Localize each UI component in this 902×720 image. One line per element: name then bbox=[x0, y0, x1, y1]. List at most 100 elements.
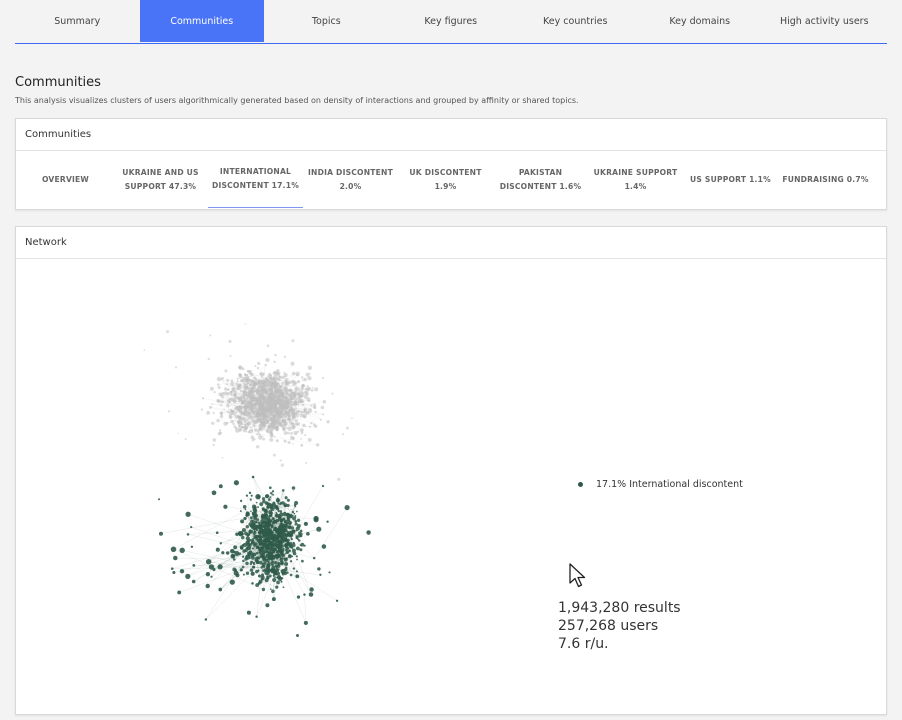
network-node bbox=[287, 426, 292, 431]
subtab-international-discontent[interactable]: INTERNATIONAL DISCONTENT 17.1% bbox=[208, 151, 303, 208]
network-node bbox=[191, 579, 196, 584]
network-node bbox=[263, 424, 266, 427]
subtab-fundraising[interactable]: FUNDRAISING 0.7% bbox=[778, 151, 873, 208]
subtab-ukraine-support[interactable]: UKRAINE SUPPORT 1.4% bbox=[588, 151, 683, 208]
tab-summary[interactable]: Summary bbox=[15, 0, 140, 42]
network-node bbox=[274, 576, 276, 579]
network-node bbox=[271, 490, 275, 493]
subtab-india-discontent[interactable]: INDIA DISCONTENT 2.0% bbox=[303, 151, 398, 208]
network-node bbox=[242, 549, 246, 553]
network-node bbox=[274, 421, 279, 425]
network-edge bbox=[304, 594, 307, 623]
network-edges bbox=[160, 363, 348, 623]
network-node bbox=[309, 587, 314, 592]
tab-key-domains[interactable]: Key domains bbox=[638, 0, 763, 42]
network-node bbox=[274, 384, 278, 388]
network-node bbox=[212, 568, 216, 572]
network-node bbox=[275, 528, 282, 534]
tab-high-activity-users[interactable]: High activity users bbox=[762, 0, 887, 42]
network-node bbox=[236, 420, 240, 424]
network-node bbox=[243, 417, 246, 421]
network-node bbox=[287, 440, 291, 445]
network-node bbox=[256, 445, 260, 449]
network-node bbox=[345, 426, 349, 430]
network-node bbox=[219, 542, 223, 545]
network-node bbox=[179, 569, 185, 574]
network-node bbox=[303, 593, 306, 596]
network-node bbox=[290, 526, 295, 530]
network-node bbox=[240, 519, 245, 524]
network-node bbox=[257, 574, 262, 578]
network-node bbox=[279, 375, 282, 379]
network-node bbox=[255, 615, 258, 618]
network-node bbox=[267, 561, 270, 564]
network-node bbox=[262, 385, 265, 388]
network-node bbox=[282, 586, 285, 589]
network-node bbox=[260, 573, 265, 577]
subtab-pakistan-discontent[interactable]: PAKISTAN DISCONTENT 1.6% bbox=[493, 151, 588, 208]
network-node bbox=[257, 403, 260, 406]
network-node bbox=[213, 390, 216, 394]
network-node bbox=[275, 522, 278, 524]
network-node bbox=[248, 491, 252, 495]
network-node bbox=[295, 526, 300, 531]
tab-communities[interactable]: Communities bbox=[139, 0, 264, 42]
network-node bbox=[269, 511, 273, 516]
network-node bbox=[233, 570, 239, 576]
network-node bbox=[294, 519, 298, 523]
highlighted-community-nodes bbox=[158, 475, 371, 637]
network-node bbox=[279, 459, 282, 462]
network-node bbox=[215, 547, 220, 552]
network-node bbox=[299, 428, 304, 433]
network-node bbox=[272, 453, 276, 457]
network-node bbox=[225, 383, 228, 386]
network-card: Network 17.1% International discontent 1… bbox=[15, 226, 887, 715]
network-node bbox=[271, 568, 277, 574]
network-node bbox=[273, 561, 278, 565]
network-node bbox=[286, 503, 290, 508]
network-node bbox=[310, 389, 314, 392]
network-node bbox=[271, 425, 276, 430]
tab-key-countries[interactable]: Key countries bbox=[513, 0, 638, 42]
network-node bbox=[244, 508, 247, 511]
network-node bbox=[291, 486, 296, 490]
network-node bbox=[272, 577, 277, 583]
tab-key-figures[interactable]: Key figures bbox=[389, 0, 514, 42]
network-node bbox=[236, 380, 239, 383]
network-node bbox=[344, 505, 350, 511]
network-node bbox=[170, 567, 174, 570]
network-node bbox=[282, 416, 285, 419]
network-node bbox=[244, 425, 248, 429]
network-node bbox=[261, 543, 265, 546]
network-node bbox=[229, 355, 232, 358]
network-node bbox=[315, 443, 320, 447]
network-node bbox=[255, 494, 261, 500]
network-node bbox=[244, 373, 247, 376]
network-graph[interactable] bbox=[16, 259, 886, 713]
subtab-ukraine-and-us-support[interactable]: UKRAINE AND US SUPPORT 47.3% bbox=[113, 151, 208, 208]
network-node bbox=[275, 439, 279, 443]
network-node bbox=[341, 433, 345, 436]
network-node bbox=[240, 416, 244, 421]
network-node bbox=[284, 415, 288, 419]
network-node bbox=[285, 392, 289, 395]
network-node bbox=[287, 541, 290, 545]
network-node bbox=[244, 323, 247, 325]
network-node bbox=[255, 551, 259, 555]
subtab-uk-discontent[interactable]: UK DISCONTENT 1.9% bbox=[398, 151, 493, 208]
network-node bbox=[275, 507, 280, 511]
network-node bbox=[291, 424, 296, 429]
network-node bbox=[211, 490, 217, 496]
main-tab-bar: Summary Communities Topics Key figures K… bbox=[15, 0, 887, 44]
subtab-us-support[interactable]: US SUPPORT 1.1% bbox=[683, 151, 778, 208]
network-node bbox=[226, 378, 230, 382]
network-node bbox=[313, 517, 319, 523]
network-node bbox=[290, 532, 293, 536]
network-node bbox=[261, 563, 265, 567]
tab-topics[interactable]: Topics bbox=[264, 0, 389, 42]
network-node bbox=[273, 360, 276, 364]
subtab-overview[interactable]: OVERVIEW bbox=[18, 151, 113, 208]
network-node bbox=[258, 546, 262, 550]
network-node bbox=[192, 564, 196, 567]
network-node bbox=[249, 372, 254, 377]
